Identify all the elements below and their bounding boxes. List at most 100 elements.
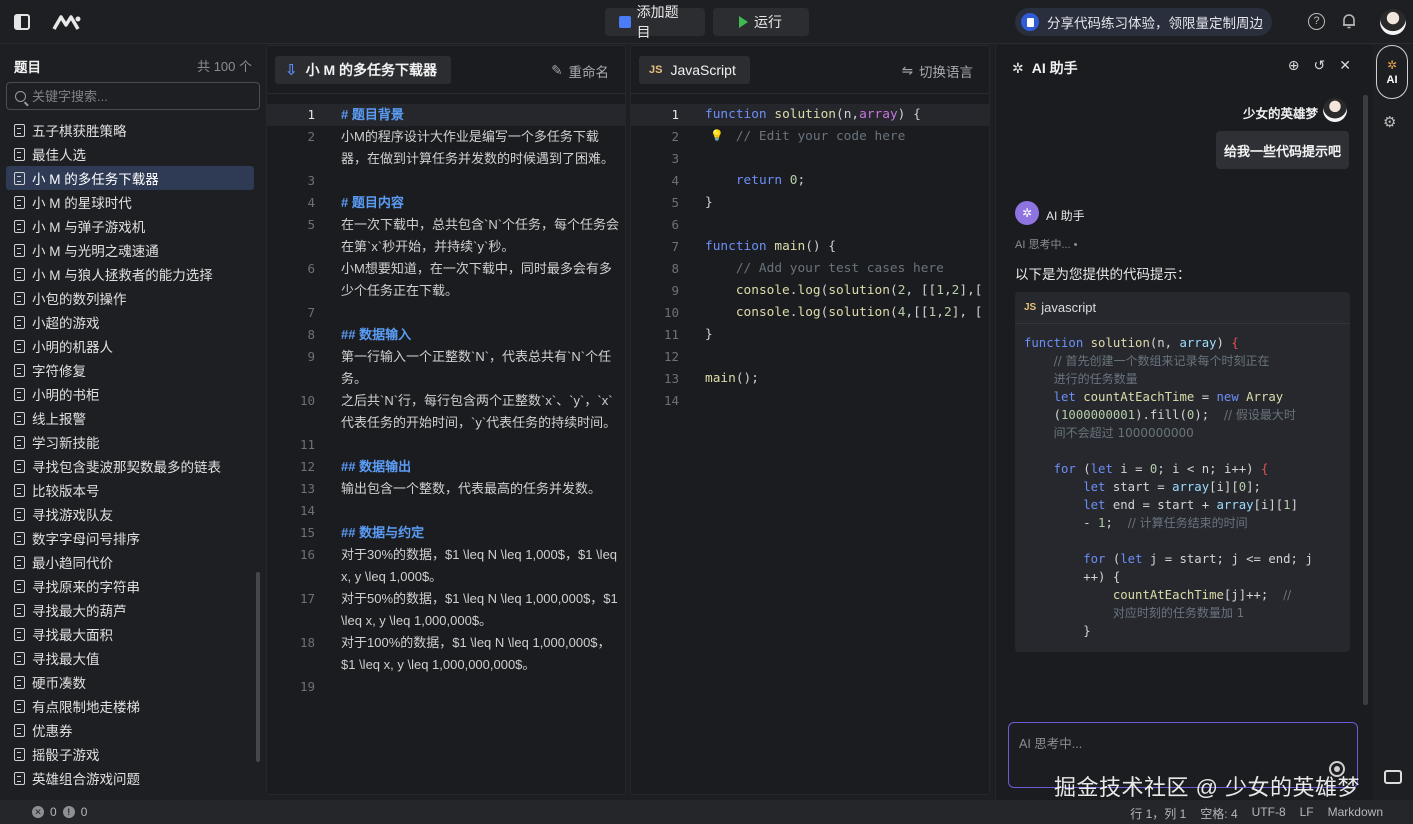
problem-list-item[interactable]: 线上报警 <box>6 406 254 430</box>
sidebar-toggle-icon[interactable] <box>10 10 34 34</box>
rename-button[interactable]: ✎ 重命名 <box>551 61 609 81</box>
problem-list-item[interactable]: 小超的游戏 <box>6 310 254 334</box>
document-icon <box>14 771 25 785</box>
problem-list-item[interactable]: 寻找原来的字符串 <box>6 574 254 598</box>
ai-toggle-button[interactable]: ✲ AI <box>1376 45 1408 99</box>
code-line: 14 <box>631 390 989 412</box>
line-number: 13 <box>299 481 315 496</box>
problem-list-item[interactable]: 寻找最大面积 <box>6 622 254 646</box>
problem-list-item[interactable]: 小 M 与光明之魂速通 <box>6 238 254 262</box>
js-icon: JS <box>649 64 663 76</box>
code-line: 9 console.log(solution(2, [[1,2],[ <box>631 280 989 302</box>
run-label: 运行 <box>754 14 782 30</box>
user-message: 给我一些代码提示吧 <box>1215 131 1349 169</box>
indent-setting[interactable]: 空格: 4 <box>1200 805 1237 822</box>
ai-toggle-label: AI <box>1386 74 1398 86</box>
document-icon <box>14 699 25 713</box>
problem-list-item[interactable]: 小明的机器人 <box>6 334 254 358</box>
search-input[interactable] <box>32 88 242 104</box>
right-rail: ✲ AI ⚙ <box>1374 45 1413 800</box>
problem-list-item[interactable]: 小 M 与弹子游戏机 <box>6 214 254 238</box>
document-icon <box>14 243 25 257</box>
document-icon <box>14 195 25 209</box>
problem-list-item[interactable]: 字符修复 <box>6 358 254 382</box>
search-box[interactable] <box>6 82 260 110</box>
file-tab[interactable]: ⇩ 小 M 的多任务下载器 <box>275 56 452 84</box>
help-icon[interactable]: ? <box>1308 13 1325 30</box>
language-mode[interactable]: Markdown <box>1328 805 1383 822</box>
problem-title: 数字字母问号排序 <box>32 532 140 547</box>
code-line: 10 console.log(solution(4,[[1,2], [ <box>631 302 989 324</box>
markdown-line: 16 对于30%的数据，$1 \leq N \leq 1,000$，$1 \leq… <box>267 544 625 588</box>
sparkle-icon: ✲ <box>1012 59 1024 76</box>
problem-list-item[interactable]: 寻找包含斐波那契数最多的链表 <box>6 454 254 478</box>
problem-list-item[interactable]: 小 M 与狼人拯救者的能力选择 <box>6 262 254 286</box>
problem-title: 小 M 与光明之魂速通 <box>32 244 159 259</box>
problem-list-item[interactable]: 硬币凑数 <box>6 670 254 694</box>
problem-list-item[interactable]: 比较版本号 <box>6 478 254 502</box>
code-block-header: JS javascript <box>1015 292 1350 324</box>
switch-language-button[interactable]: ⇋ 切换语言 <box>902 61 973 81</box>
document-icon <box>14 267 25 281</box>
problem-list-item[interactable]: 英雄组合游戏问题 <box>6 766 254 790</box>
problem-list-item[interactable]: 摇骰子游戏 <box>6 742 254 766</box>
cursor-position[interactable]: 行 1，列 1 <box>1130 805 1186 822</box>
problem-title: 小 M 与狼人拯救者的能力选择 <box>32 268 213 283</box>
problem-list-item[interactable]: 最小趋同代价 <box>6 550 254 574</box>
problem-title: 寻找最大的葫芦 <box>32 604 127 619</box>
bell-icon[interactable] <box>1340 12 1358 30</box>
line-number: 12 <box>663 349 679 364</box>
lightbulb-icon[interactable]: 💡 <box>710 129 724 142</box>
language-tab[interactable]: JS JavaScript <box>639 56 750 84</box>
rename-label: 重命名 <box>568 65 610 80</box>
add-problem-button[interactable]: 添加题目 <box>605 4 705 40</box>
problem-list-item[interactable]: 小 M 的多任务下载器 <box>6 166 254 190</box>
problem-list-item[interactable]: 五子棋获胜策略 <box>6 118 254 142</box>
run-button[interactable]: 运行 <box>713 8 809 36</box>
problem-list-item[interactable]: 寻找最大值 <box>6 646 254 670</box>
error-count: 0 <box>50 805 57 819</box>
problem-list-item[interactable]: 学习新技能 <box>6 430 254 454</box>
promo-banner[interactable]: 分享代码练习体验，领限量定制周边 <box>1015 8 1272 36</box>
problems-indicator[interactable]: ✕ 0 ! 0 <box>32 805 87 819</box>
problem-list-item[interactable]: 最佳人选 <box>6 142 254 166</box>
edit-icon: ✎ <box>551 63 563 78</box>
sidebar-scrollbar[interactable] <box>256 572 260 762</box>
markdown-text: 输出包含一个整数，代表最高的任务并发数。 <box>341 481 602 496</box>
close-icon[interactable]: ✕ <box>1339 57 1351 74</box>
problem-list-item[interactable]: 小包的数列操作 <box>6 286 254 310</box>
problem-list-item[interactable]: 数字字母问号排序 <box>6 526 254 550</box>
markdown-text: 第一行输入一个正整数`N`，代表总共有`N`个任务。 <box>341 349 612 386</box>
sparkle-icon: ✲ <box>1386 58 1398 72</box>
problem-list-item[interactable]: 小明的书柜 <box>6 382 254 406</box>
line-ending[interactable]: LF <box>1300 805 1314 822</box>
problem-title: 学习新技能 <box>32 436 100 451</box>
user-avatar[interactable] <box>1380 9 1406 35</box>
new-chat-icon[interactable]: ⊕ <box>1288 57 1300 74</box>
markdown-editor[interactable]: 1 # 题目背景 2 小M的程序设计大作业是编写一个多任务下载器，在做到计算任务并发数… <box>267 104 625 794</box>
line-number: 3 <box>307 173 315 188</box>
line-number: 6 <box>671 217 679 232</box>
line-number: 16 <box>299 547 315 562</box>
language-label: JavaScript <box>670 62 736 78</box>
problem-list-item[interactable]: 寻找最大的葫芦 <box>6 598 254 622</box>
history-icon[interactable]: ↺ <box>1314 57 1326 74</box>
problem-list-item[interactable]: 有点限制地走楼梯 <box>6 694 254 718</box>
markdown-line: 10 之后共`N`行，每行包含两个正整数`x`、`y`，`x`代表任务的开始时间，… <box>267 390 625 434</box>
problem-list-item[interactable]: 优惠券 <box>6 718 254 742</box>
document-icon <box>14 147 25 161</box>
screenshot-icon <box>1384 770 1402 784</box>
ai-scrollbar[interactable] <box>1363 95 1368 705</box>
promo-text: 分享代码练习体验，领限量定制周边 <box>1047 16 1263 31</box>
markdown-line: 12 ## 数据输出 <box>267 456 625 478</box>
bug-icon[interactable]: ⚙ <box>1383 113 1396 131</box>
line-number: 9 <box>307 349 315 364</box>
problem-list-item[interactable]: 小 M 的星球时代 <box>6 190 254 214</box>
line-number: 14 <box>299 503 315 518</box>
problem-title: 有点限制地走楼梯 <box>32 700 140 715</box>
markdown-text: # 题目内容 <box>341 195 404 210</box>
encoding[interactable]: UTF-8 <box>1252 805 1286 822</box>
code-editor[interactable]: 1 function solution(n,array) { 2 // Edit … <box>631 104 989 794</box>
markdown-text: # 题目背景 <box>341 107 404 122</box>
problem-list-item[interactable]: 寻找游戏队友 <box>6 502 254 526</box>
